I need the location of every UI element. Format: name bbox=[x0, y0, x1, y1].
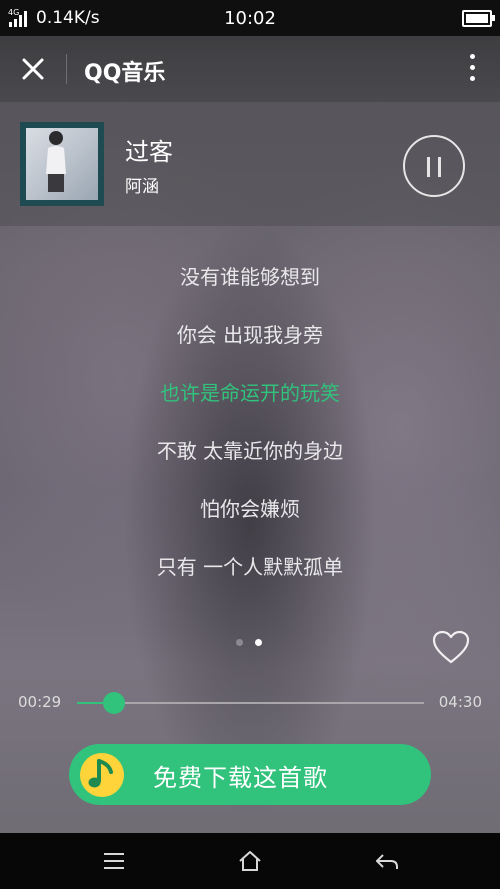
music-note-icon bbox=[80, 753, 124, 797]
menu-icon[interactable] bbox=[101, 849, 127, 873]
page-title: QQ音乐 bbox=[84, 61, 166, 86]
lyrics-panel[interactable]: 没有谁能够想到 你会 出现我身旁 也许是命运开的玩笑 不敢 太靠近你的身边 怕你… bbox=[0, 258, 500, 606]
back-icon[interactable] bbox=[374, 849, 400, 873]
page-indicator bbox=[236, 639, 266, 649]
lyric-line: 只有 一个人默默孤单 bbox=[156, 555, 344, 579]
download-button-label: 免费下载这首歌 bbox=[153, 764, 328, 792]
system-nav-bar bbox=[0, 833, 500, 889]
lyric-line: 你会 出现我身旁 bbox=[176, 323, 324, 347]
lyric-line-current: 也许是命运开的玩笑 bbox=[160, 381, 340, 405]
home-icon[interactable] bbox=[237, 849, 263, 873]
song-title: 过客 bbox=[125, 138, 173, 166]
pause-icon bbox=[427, 157, 430, 177]
album-cover[interactable] bbox=[20, 122, 104, 206]
heart-icon[interactable] bbox=[432, 630, 470, 666]
total-time: 04:30 bbox=[438, 693, 482, 711]
pause-button[interactable] bbox=[403, 135, 465, 197]
page-dot-active[interactable] bbox=[255, 639, 262, 646]
playback-progress: 00:29 04:30 bbox=[0, 690, 500, 716]
status-bar: 4G 0.14K/s 10:02 bbox=[0, 0, 500, 36]
lyric-line: 怕你会嫌烦 bbox=[200, 497, 300, 521]
lyric-line: 没有谁能够想到 bbox=[180, 265, 320, 289]
close-icon[interactable] bbox=[16, 52, 50, 86]
more-vertical-icon[interactable] bbox=[466, 54, 478, 84]
song-artist: 阿涵 bbox=[125, 177, 159, 197]
progress-thumb[interactable] bbox=[103, 692, 126, 714]
battery-icon bbox=[462, 10, 495, 27]
progress-track[interactable] bbox=[77, 692, 424, 714]
album-cover-figure bbox=[46, 131, 66, 192]
lyric-line: 不敢 太靠近你的身边 bbox=[156, 439, 344, 463]
now-playing-card: 过客 阿涵 bbox=[0, 102, 500, 226]
status-clock: 10:02 bbox=[224, 8, 276, 29]
current-time: 00:29 bbox=[18, 693, 62, 711]
free-download-button[interactable]: 免费下载这首歌 bbox=[69, 744, 431, 805]
app-header: QQ音乐 bbox=[0, 36, 500, 102]
page-dot[interactable] bbox=[236, 639, 243, 646]
header-divider bbox=[66, 54, 67, 84]
